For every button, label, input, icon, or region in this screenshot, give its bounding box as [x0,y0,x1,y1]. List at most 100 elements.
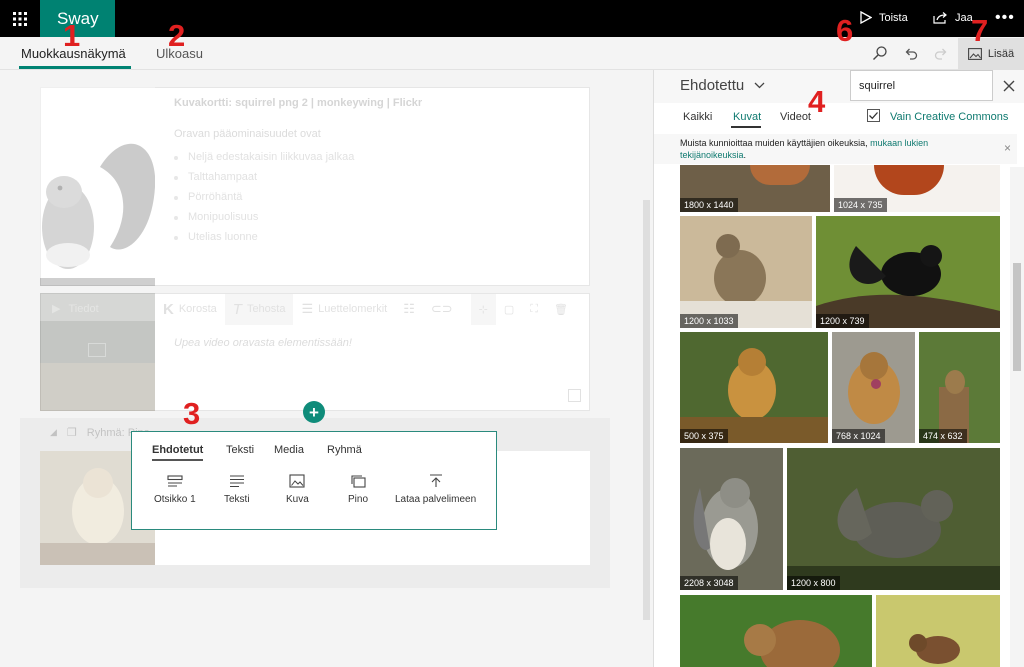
chevron-down-icon [754,82,765,89]
share-icon [933,12,947,24]
play-icon [860,11,872,24]
upload-button[interactable]: Lataa palvelimeen [395,474,476,505]
popup-tab-group[interactable]: Ryhmä [327,444,362,456]
numbered-list-icon[interactable]: ☷ [395,293,423,325]
collapse-triangle-icon: ◢ [50,427,57,437]
image-size: 1024 x 735 [834,198,887,212]
insert-content-popup: Ehdotetut Teksti Media Ryhmä Otsikko 1 T… [131,431,497,530]
insert-button[interactable]: Lisää [958,38,1024,70]
upload-icon [429,474,442,487]
undo-icon[interactable] [903,45,921,63]
search-icon[interactable] [872,45,890,63]
image-card-caption: Kuvakortti: squirrel png 2 | monkeywing … [174,97,423,109]
close-search-icon[interactable] [993,70,1024,102]
image-result[interactable]: 1800 x 1440 [680,165,830,212]
feature-list: Neljä edestakaisin liikkuvaa jalkaa Talt… [174,151,554,251]
list-item: Monipuolisuus [174,211,554,223]
insert-heading-button[interactable]: Otsikko 1 [154,474,196,505]
details-label: Tiedot [68,302,99,315]
image-label: Kuva [286,494,309,505]
upload-label: Lataa palvelimeen [395,494,477,505]
intro-text: Oravan pääominaisuudet ovat [174,128,321,140]
delete-icon[interactable]: 🗑 [546,293,576,325]
view-toolbar [0,37,1024,70]
video-description: Upea video oravasta elementissään! [174,337,352,349]
image-result[interactable]: 474 x 632 [919,332,1000,443]
creative-commons-checkbox[interactable] [867,109,880,122]
redo-icon[interactable] [933,45,951,63]
storyline-scrollbar[interactable] [643,200,650,620]
share-button[interactable]: Jaa [933,11,973,24]
image-size: 1800 x 1440 [680,198,738,212]
annotation-3: 3 [183,396,201,431]
image-size: 2208 x 3048 [680,576,738,590]
heading-label: Otsikko 1 [154,494,196,505]
dismiss-notice-icon[interactable]: × [1004,141,1011,155]
image-result[interactable]: 1200 x 739 [816,216,1000,328]
image-size: 1200 x 739 [816,314,869,328]
notice-end: . [743,150,747,160]
results-scrollbar[interactable] [1010,167,1024,667]
popup-tab-text[interactable]: Teksti [226,444,254,456]
insert-text-button[interactable]: Teksti [224,474,250,505]
image-result[interactable]: 768 x 1024 [832,332,915,443]
image-result[interactable]: 1200 x 1033 [680,216,812,328]
details-toggle[interactable]: ▶ Tiedot [52,302,99,316]
list-item: Neljä edestakaisin liikkuvaa jalkaa [174,151,554,163]
link-icon[interactable]: ⊂⊃ [423,293,461,325]
play-button[interactable]: Toista [860,11,908,24]
filter-tab-videos[interactable]: Videot [780,111,811,123]
image-result[interactable] [680,595,872,667]
active-tab-indicator [19,66,131,69]
bullet-list-icon: ☰ [301,301,314,316]
popup-tab-media[interactable]: Media [274,444,304,456]
image-size: 768 x 1024 [832,429,885,443]
filter-tab-images[interactable]: Kuvat [733,111,761,123]
image-result[interactable]: 1024 x 735 [834,165,1000,212]
crop-icon[interactable]: ▢ [496,293,522,325]
popup-tab-suggested[interactable]: Ehdotetut [152,444,204,461]
text-icon [229,475,244,488]
image-result[interactable] [876,595,1000,667]
insert-stack-button[interactable]: Pino [348,474,368,505]
highlight-button[interactable]: K Korosta [155,293,225,325]
card-checkbox[interactable] [568,389,581,402]
emphasize-button[interactable]: T Tehosta [224,293,294,325]
list-item: Pörröhäntä [174,191,554,203]
insert-image-icon [967,48,982,60]
add-content-plus-icon[interactable]: + [303,401,325,423]
insert-label: Lisää [987,48,1015,60]
app-launcher-icon[interactable] [0,0,40,37]
image-result[interactable]: 2208 x 3048 [680,448,783,590]
fullscreen-icon[interactable]: ⛶ [522,293,546,325]
annotation-2: 2 [168,18,186,53]
more-options-icon[interactable]: ••• [995,9,1015,27]
play-label: Toista [879,11,908,24]
filter-tab-all[interactable]: Kaikki [683,111,712,123]
annotation-6: 6 [836,13,854,48]
focus-point-icon[interactable]: ⊹ [470,293,496,325]
stack-icon: ❐ [66,427,77,439]
expand-triangle-icon: ▶ [52,303,61,315]
image-result[interactable]: 500 x 375 [680,332,828,443]
format-toolbar: K Korosta T Tehosta ☰ Luettelomerkit ☷ ⊂⊃ ⊹… [155,293,590,325]
search-input[interactable]: squirrel [850,70,993,101]
source-dropdown[interactable]: Ehdotettu [680,77,765,94]
text-label: Teksti [224,494,250,505]
annotation-4: 4 [808,84,826,119]
annotation-1: 1 [63,18,81,53]
insert-image-button[interactable]: Kuva [286,474,309,505]
squirrel-image[interactable] [40,87,156,286]
scrollbar-thumb[interactable] [1013,263,1021,371]
image-size: 1200 x 1033 [680,314,738,328]
image-size: 500 x 375 [680,429,728,443]
bullets-button[interactable]: ☰ Luettelomerkit [293,293,395,325]
copyright-notice: Muista kunnioittaa muiden käyttäjien oik… [654,134,1017,164]
image-result[interactable]: 1200 x 800 [787,448,1000,590]
creative-commons-label[interactable]: Vain Creative Commons [890,111,1008,123]
image-size: 474 x 632 [919,429,967,443]
emphasize-label: Tehosta [246,303,286,315]
annotation-7: 7 [971,13,989,48]
heading-icon [167,475,183,487]
active-filter-indicator [731,126,761,128]
